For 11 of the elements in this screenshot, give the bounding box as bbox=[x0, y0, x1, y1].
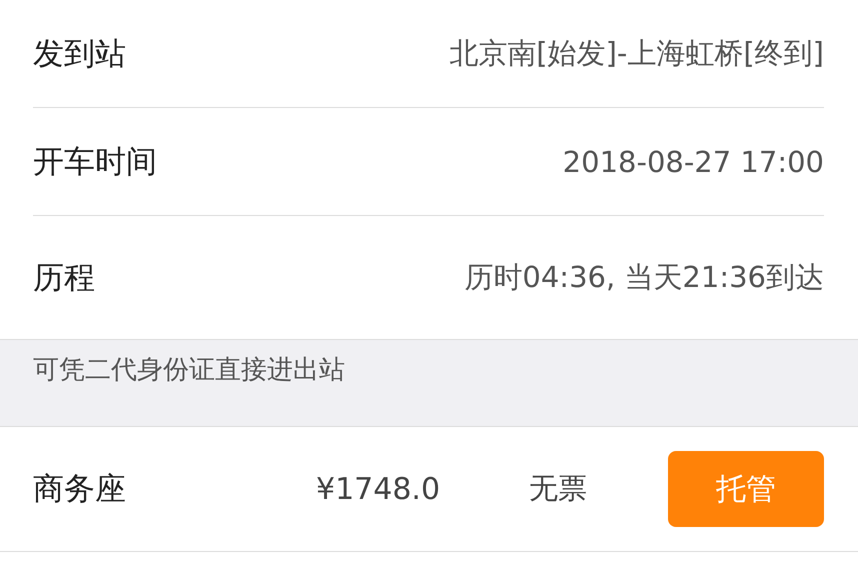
field-label: 开车时间 bbox=[33, 142, 157, 182]
notice-text: 可凭二代身份证直接进出站 bbox=[33, 355, 345, 385]
action-button[interactable]: 托管 bbox=[668, 451, 824, 527]
field-value: 2018-08-27 17:00 bbox=[562, 144, 824, 178]
field-value: 北京南[始发]-上海虹桥[终到] bbox=[449, 34, 824, 72]
seat-class: 商务座 bbox=[33, 470, 127, 509]
field-label: 历程 bbox=[33, 258, 95, 298]
field-label: 发到站 bbox=[33, 34, 126, 74]
field-value: 历时04:36, 当天21:36到达 bbox=[464, 258, 824, 296]
seat-price: ¥1748.0 bbox=[316, 472, 442, 506]
ticket-availability: 无票 bbox=[529, 470, 588, 507]
